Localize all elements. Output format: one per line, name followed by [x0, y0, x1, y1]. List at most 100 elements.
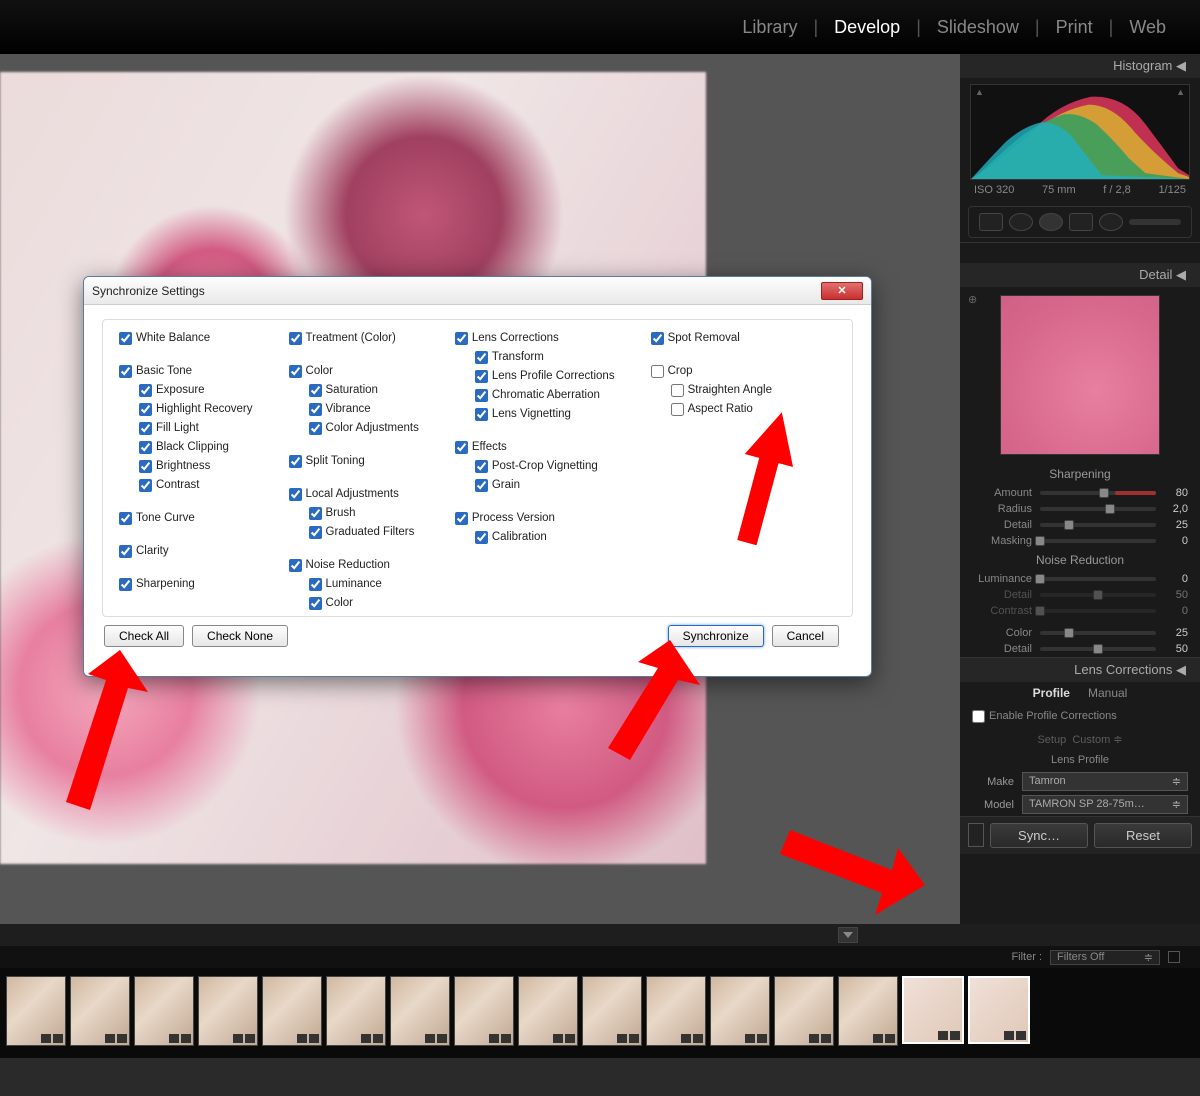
slider-detail[interactable] [1040, 523, 1156, 527]
check-white-balance[interactable]: White Balance [119, 330, 253, 347]
filmstrip-thumb[interactable] [518, 976, 578, 1046]
check-straighten-angle[interactable]: Straighten Angle [671, 382, 772, 399]
filmstrip-thumb[interactable] [326, 976, 386, 1046]
check-process-version[interactable]: Process Version [455, 510, 615, 527]
check-treatment[interactable]: Treatment (Color) [289, 330, 419, 347]
check-clarity[interactable]: Clarity [119, 543, 253, 560]
nav-slideshow[interactable]: Slideshow [933, 17, 1023, 38]
check-lens-corrections[interactable]: Lens Corrections [455, 330, 615, 347]
nav-library[interactable]: Library [738, 17, 801, 38]
slider-nr-detail[interactable] [1040, 593, 1156, 597]
check-brightness[interactable]: Brightness [139, 458, 253, 475]
dialog-close-button[interactable]: ✕ [821, 282, 863, 300]
crop-tool-icon[interactable] [979, 213, 1003, 231]
check-lens-profile-corrections[interactable]: Lens Profile Corrections [475, 368, 615, 385]
check-saturation[interactable]: Saturation [309, 382, 419, 399]
check-crop[interactable]: Crop [651, 363, 772, 380]
grad-tool-icon[interactable] [1069, 213, 1093, 231]
spot-tool-icon[interactable] [1009, 213, 1033, 231]
check-nr-color[interactable]: Color [309, 595, 419, 612]
brush-tool-icon[interactable] [1099, 213, 1123, 231]
check-highlight-recovery[interactable]: Highlight Recovery [139, 401, 253, 418]
check-vibrance[interactable]: Vibrance [309, 401, 419, 418]
histogram[interactable]: ▲ ▲ [970, 84, 1190, 180]
check-local-adjustments[interactable]: Local Adjustments [289, 486, 419, 503]
lens-model-select[interactable]: TAMRON SP 28-75m…≑ [1022, 795, 1188, 814]
filmstrip-thumb-selected[interactable] [902, 976, 964, 1044]
check-black-clipping[interactable]: Black Clipping [139, 439, 253, 456]
check-spot-removal[interactable]: Spot Removal [651, 330, 772, 347]
check-post-crop-vignetting[interactable]: Post-Crop Vignetting [475, 458, 615, 475]
nav-print[interactable]: Print [1052, 17, 1097, 38]
slider-nr-color[interactable] [1040, 631, 1156, 635]
check-sharpening[interactable]: Sharpening [119, 576, 253, 593]
bottom-toolbar [0, 924, 1200, 946]
check-all-button[interactable]: Check All [104, 625, 184, 647]
check-nr-luminance[interactable]: Luminance [309, 576, 419, 593]
nav-develop[interactable]: Develop [830, 17, 904, 38]
check-color-adjustments[interactable]: Color Adjustments [309, 420, 419, 437]
detail-preview[interactable] [1000, 295, 1160, 455]
check-grain[interactable]: Grain [475, 477, 615, 494]
lens-tab-manual[interactable]: Manual [1088, 686, 1127, 700]
lens-header[interactable]: Lens Corrections ◀ [960, 658, 1200, 682]
slider-nr-cdetail[interactable] [1040, 647, 1156, 651]
filmstrip-thumb[interactable] [198, 976, 258, 1046]
check-contrast[interactable]: Contrast [139, 477, 253, 494]
check-chromatic-aberration[interactable]: Chromatic Aberration [475, 387, 615, 404]
filmstrip-thumb[interactable] [582, 976, 642, 1046]
check-calibration[interactable]: Calibration [475, 529, 615, 546]
filmstrip-thumb[interactable] [710, 976, 770, 1046]
check-split-toning[interactable]: Split Toning [289, 453, 419, 470]
slider-amount[interactable] [1040, 491, 1156, 495]
toolbar-menu-icon[interactable] [838, 927, 858, 943]
check-color[interactable]: Color [289, 363, 419, 380]
check-noise-reduction[interactable]: Noise Reduction [289, 557, 419, 574]
slider-radius[interactable] [1040, 507, 1156, 511]
filmstrip-thumb[interactable] [646, 976, 706, 1046]
filmstrip-thumb[interactable] [6, 976, 66, 1046]
check-brush[interactable]: Brush [309, 505, 419, 522]
redeye-tool-icon[interactable] [1039, 213, 1063, 231]
lens-tab-profile[interactable]: Profile [1033, 686, 1070, 700]
reset-button[interactable]: Reset [1094, 823, 1192, 848]
check-tone-curve[interactable]: Tone Curve [119, 510, 253, 527]
nav-web[interactable]: Web [1125, 17, 1170, 38]
detail-target-icon[interactable]: ⊕ [968, 293, 977, 306]
filmstrip-thumb[interactable] [262, 976, 322, 1046]
filter-select[interactable]: Filters Off≑ [1050, 950, 1160, 965]
enable-profile-corrections[interactable]: Enable Profile Corrections [972, 708, 1188, 725]
check-none-button[interactable]: Check None [192, 625, 288, 647]
check-aspect-ratio[interactable]: Aspect Ratio [671, 401, 772, 418]
slider-luminance[interactable] [1040, 577, 1156, 581]
filmstrip-thumb[interactable] [838, 976, 898, 1046]
cancel-button[interactable]: Cancel [772, 625, 839, 647]
sync-button[interactable]: Sync… [990, 823, 1088, 848]
synchronize-settings-dialog: Synchronize Settings ✕ White Balance Bas… [83, 276, 872, 677]
check-exposure[interactable]: Exposure [139, 382, 253, 399]
filmstrip-thumb[interactable] [390, 976, 450, 1046]
filmstrip-thumb-selected[interactable] [968, 976, 1030, 1044]
sharpening-title: Sharpening [960, 463, 1200, 485]
filter-lock-icon[interactable] [1168, 951, 1180, 963]
slider-nr-contrast[interactable] [1040, 609, 1156, 613]
check-transform[interactable]: Transform [475, 349, 615, 366]
lens-make-select[interactable]: Tamron≑ [1022, 772, 1188, 791]
histogram-header[interactable]: Histogram ◀ [960, 54, 1200, 78]
sync-switch-icon[interactable] [968, 823, 984, 847]
synchronize-button[interactable]: Synchronize [668, 625, 764, 647]
check-basic-tone[interactable]: Basic Tone [119, 363, 253, 380]
filmstrip-thumb[interactable] [134, 976, 194, 1046]
histo-iso: ISO 320 [974, 184, 1014, 196]
filter-label: Filter : [1011, 951, 1042, 963]
detail-header[interactable]: Detail ◀ [960, 263, 1200, 287]
check-effects[interactable]: Effects [455, 439, 615, 456]
slider-masking[interactable] [1040, 539, 1156, 543]
filmstrip-thumb[interactable] [70, 976, 130, 1046]
tool-slider[interactable] [1129, 219, 1181, 225]
filmstrip-thumb[interactable] [454, 976, 514, 1046]
check-graduated-filters[interactable]: Graduated Filters [309, 524, 419, 541]
check-lens-vignetting[interactable]: Lens Vignetting [475, 406, 615, 423]
filmstrip-thumb[interactable] [774, 976, 834, 1046]
check-fill-light[interactable]: Fill Light [139, 420, 253, 437]
